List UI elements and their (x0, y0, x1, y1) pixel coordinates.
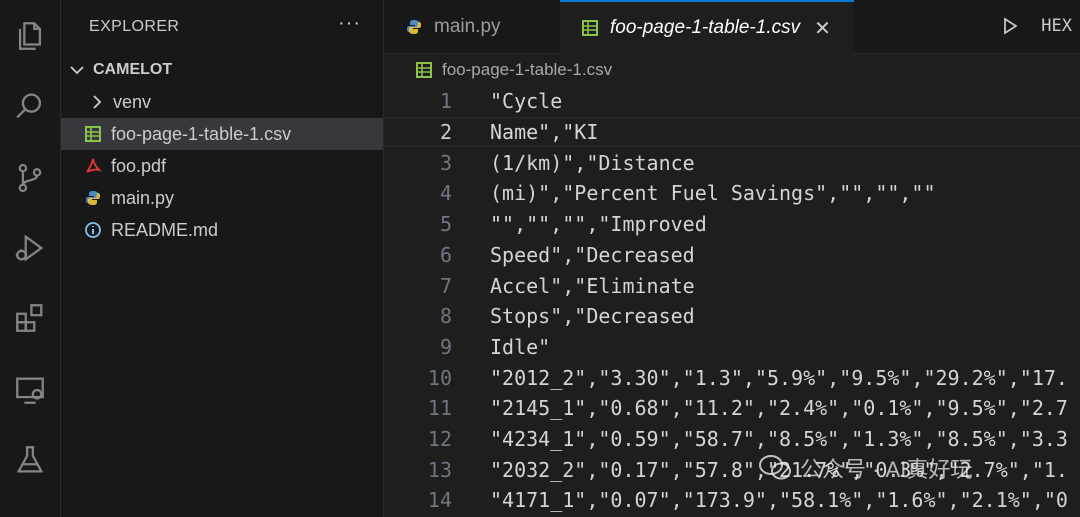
code-line[interactable]: 7 Accel","Eliminate (384, 270, 1080, 301)
code-line[interactable]: 13 "2032_2","0.17","57.8","21.7%","0.3%",… (384, 454, 1080, 485)
tree-item-venv[interactable]: venv (61, 86, 383, 118)
code-line[interactable]: 2 Name","KI (384, 116, 1080, 148)
wechat-icon (758, 454, 792, 482)
testing-flask-icon[interactable] (0, 440, 60, 480)
code-line[interactable]: 6 Speed","Decreased (384, 240, 1080, 271)
line-number: 1 (439, 89, 452, 114)
code-line[interactable]: 8 Stops","Decreased (384, 301, 1080, 332)
line-number: 4 (439, 181, 452, 206)
search-icon[interactable] (0, 86, 60, 126)
tab-label: foo-page-1-table-1.csv (610, 17, 801, 38)
tree-item-label: venv (113, 91, 152, 112)
line-number: 3 (439, 150, 452, 175)
line-text: "2145_1","0.68","11.2","2.4%","0.1%","9.… (490, 396, 1068, 421)
line-number: 6 (439, 242, 452, 267)
line-text: "","","","Improved (490, 212, 707, 237)
tree-item-label: main.py (111, 187, 175, 208)
line-text: "4171_1","0.07","173.9","58.1%","1.6%","… (490, 488, 1068, 513)
python-file-icon (404, 17, 424, 37)
python-file-icon (83, 188, 103, 208)
tree-item-readme[interactable]: README.md (61, 214, 383, 246)
breadcrumb-file: foo-page-1-table-1.csv (442, 60, 613, 79)
code-line[interactable]: 3 (1/km)","Distance (384, 147, 1080, 178)
tree-item-label: foo.pdf (111, 155, 167, 176)
watermark: 公众号 · AI真好玩 (758, 452, 972, 484)
line-number: 8 (439, 304, 452, 329)
csv-file-icon (414, 60, 434, 80)
tree-item-csv[interactable]: foo-page-1-table-1.csv (61, 118, 383, 150)
code-line[interactable]: 5 "","","","Improved (384, 209, 1080, 240)
tree-item-label: foo-page-1-table-1.csv (111, 123, 292, 144)
explorer-sidebar: EXPLORER ··· CAMELOT venv foo-page-1-tab… (61, 0, 384, 517)
more-actions-button[interactable]: ··· (338, 12, 361, 35)
line-text: Idle" (490, 334, 551, 359)
tree-item-pdf[interactable]: foo.pdf (61, 150, 383, 182)
line-number: 9 (439, 334, 452, 359)
line-text: "2012_2","3.30","1.3","5.9%","9.5%","29.… (490, 365, 1068, 390)
line-text: Speed","Decreased (490, 242, 695, 267)
source-control-icon[interactable] (0, 158, 60, 198)
tree-root-label: CAMELOT (93, 61, 173, 78)
code-line[interactable]: 14 "4171_1","0.07","173.9","58.1%","1.6%"… (384, 485, 1080, 516)
code-editor[interactable]: 1 "Cycle 2 Name","KI 3 (1/km)","Distance 4 (mi)… (384, 86, 1080, 517)
line-text: (mi)","Percent Fuel Savings","","","" (490, 181, 936, 206)
tree-item-label: README.md (111, 219, 219, 240)
line-text: (1/km)","Distance (490, 150, 695, 175)
line-number: 10 (427, 365, 452, 390)
tree-root-camelot[interactable]: CAMELOT (61, 54, 383, 86)
breadcrumb[interactable]: foo-page-1-table-1.csv (384, 54, 1080, 86)
line-text: Stops","Decreased (490, 304, 695, 329)
tab-csv[interactable]: foo-page-1-table-1.csv ✕ (560, 0, 854, 54)
hex-editor-button[interactable]: HEX (1041, 16, 1072, 36)
activity-bar (0, 0, 61, 517)
line-text: Name","KI (490, 120, 599, 145)
extensions-icon[interactable] (0, 298, 60, 338)
explorer-title: EXPLORER (89, 18, 180, 35)
explorer-icon[interactable] (0, 16, 60, 56)
line-text: Accel","Eliminate (490, 273, 695, 298)
chevron-right-icon (87, 92, 107, 112)
code-line[interactable]: 9 Idle" (384, 332, 1080, 363)
tree-item-main-py[interactable]: main.py (61, 182, 383, 214)
code-line[interactable]: 4 (mi)","Percent Fuel Savings","","","" (384, 178, 1080, 209)
chevron-down-icon (67, 60, 87, 80)
line-number: 11 (427, 396, 452, 421)
editor-tab-bar: main.py foo-page-1-table-1.csv ✕ HEX (384, 0, 1080, 54)
code-line[interactable]: 12 "4234_1","0.59","58.7","8.5%","1.3%","… (384, 424, 1080, 455)
code-line[interactable]: 11 "2145_1","0.68","11.2","2.4%","0.1%","… (384, 393, 1080, 424)
info-icon (83, 220, 103, 240)
remote-explorer-icon[interactable] (0, 370, 60, 410)
line-number: 13 (427, 457, 452, 482)
pdf-file-icon (83, 156, 103, 176)
close-tab-icon[interactable]: ✕ (814, 16, 831, 41)
line-number: 14 (427, 488, 452, 513)
tab-main-py[interactable]: main.py (384, 0, 561, 53)
line-number: 12 (427, 427, 452, 452)
line-number: 7 (439, 273, 452, 298)
code-line[interactable]: 1 "Cycle (384, 86, 1080, 117)
line-text: "4234_1","0.59","58.7","8.5%","1.3%","8.… (490, 427, 1068, 452)
run-debug-icon[interactable] (0, 228, 60, 268)
line-number: 5 (439, 212, 452, 237)
csv-file-icon (580, 18, 600, 38)
csv-file-icon (83, 124, 103, 144)
tab-label: main.py (434, 15, 501, 37)
run-icon[interactable] (1000, 16, 1020, 41)
code-line[interactable]: 10 "2012_2","3.30","1.3","5.9%","9.5%","2… (384, 362, 1080, 393)
line-number: 2 (439, 120, 452, 145)
line-text: "Cycle (490, 89, 563, 114)
watermark-text: 公众号 · AI真好玩 (800, 457, 973, 482)
